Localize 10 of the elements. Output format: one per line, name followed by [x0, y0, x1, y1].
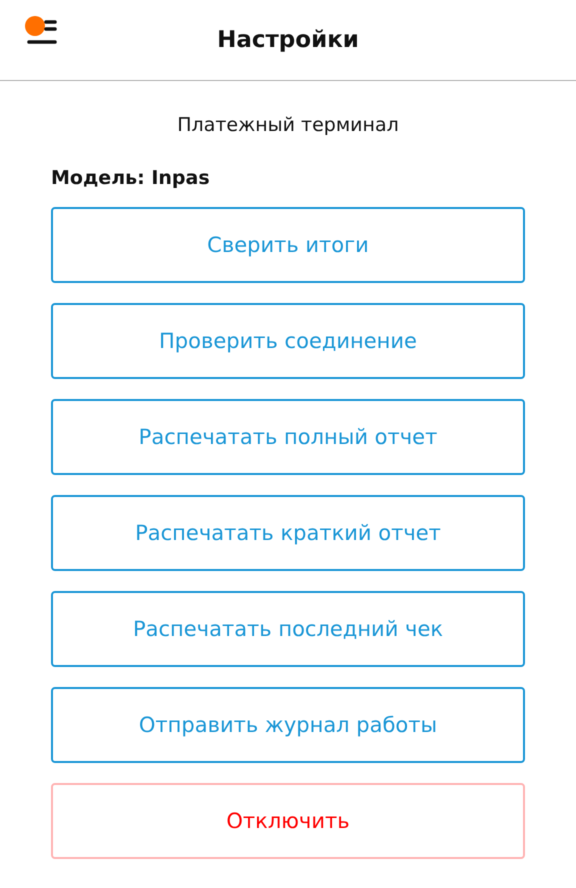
page-title: Настройки	[217, 27, 359, 53]
action-button[interactable]: Сверить итоги	[51, 207, 525, 283]
action-button[interactable]: Распечатать краткий отчет	[51, 495, 525, 571]
action-button[interactable]: Распечатать последний чек	[51, 591, 525, 667]
action-button[interactable]: Отправить журнал работы	[51, 687, 525, 763]
action-button[interactable]: Распечатать полный отчет	[51, 399, 525, 475]
action-button[interactable]: Проверить соединение	[51, 303, 525, 379]
model-label: Модель: Inpas	[51, 167, 211, 189]
action-button[interactable]: Отключить	[51, 783, 525, 859]
section-title: Платежный терминал	[176, 114, 400, 136]
